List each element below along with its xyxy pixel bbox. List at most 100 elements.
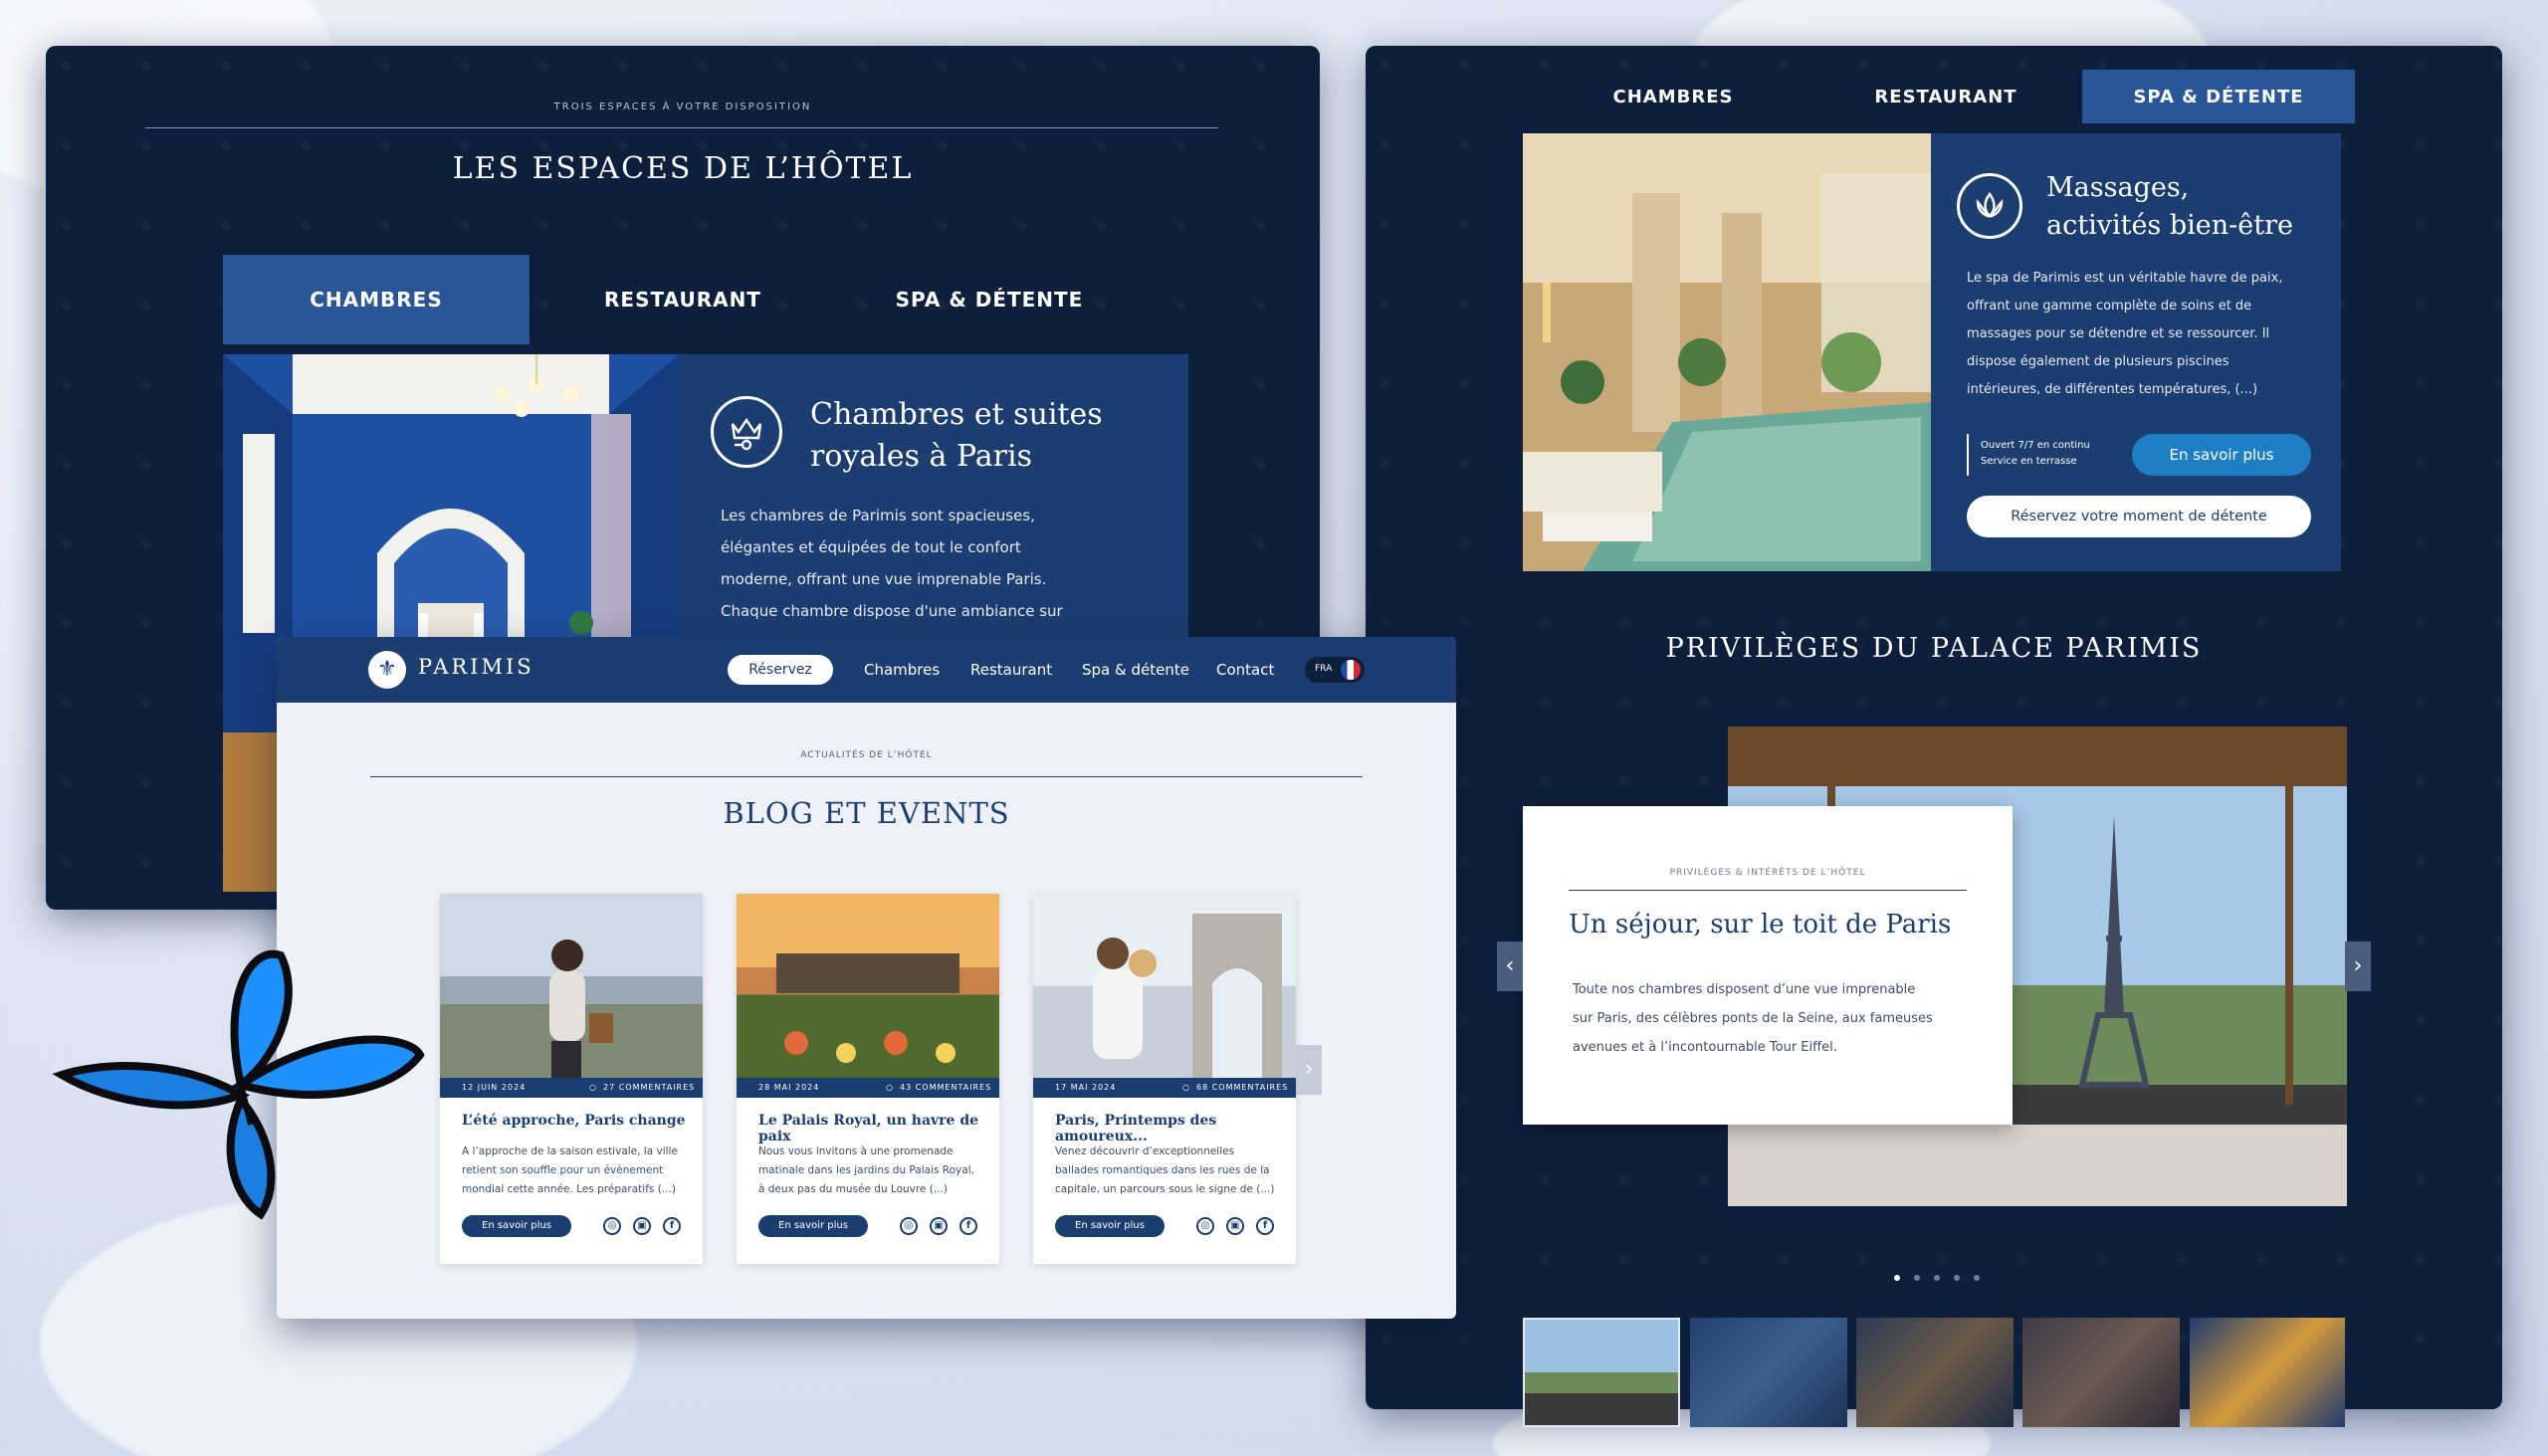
- spa-text-line: dispose également de plusieurs piscines: [1967, 354, 2230, 369]
- logo-text[interactable]: PARIMIS: [418, 655, 534, 679]
- gallery-thumb-suite[interactable]: [2022, 1318, 2180, 1427]
- tab-restaurant[interactable]: RESTAURANT: [1809, 70, 2082, 123]
- carousel-dot[interactable]: [1914, 1275, 1920, 1281]
- language-switch[interactable]: FRA: [1305, 657, 1365, 683]
- tab-spa[interactable]: SPA & DÉTENTE: [836, 255, 1143, 344]
- fleur-de-lis-icon[interactable]: ⚜: [368, 651, 406, 689]
- chevron-right-icon[interactable]: ›: [2345, 941, 2371, 991]
- facebook-icon[interactable]: f: [959, 1217, 977, 1235]
- chevron-left-icon[interactable]: ‹: [1497, 941, 1523, 991]
- tab-spa[interactable]: SPA & DÉTENTE: [2082, 70, 2355, 123]
- camera-icon[interactable]: ▣: [930, 1217, 948, 1235]
- slide-kicker: PRIVILÈGES & INTÉRÊTS DE L’HÔTEL: [1669, 868, 1866, 878]
- nav-link-restaurant[interactable]: Restaurant: [970, 661, 1052, 679]
- blog-card-title[interactable]: Paris, Printemps des amoureux...: [1055, 1113, 1296, 1144]
- instagram-icon[interactable]: ◎: [900, 1217, 918, 1235]
- blog-card-more-button[interactable]: En savoir plus: [462, 1215, 571, 1237]
- blog-excerpt-line: matinale dans les jardins du Palais Roya…: [758, 1164, 974, 1176]
- blog-card-image: [737, 894, 999, 1078]
- gallery-thumb-room[interactable]: [1690, 1318, 1847, 1427]
- rooms-card-text: Les chambres de Parimis sont spacieuses,…: [721, 500, 1159, 627]
- tab-restaurant[interactable]: RESTAURANT: [530, 255, 836, 344]
- tab-chambres[interactable]: CHAMBRES: [223, 255, 530, 344]
- blog-card-more-button[interactable]: En savoir plus: [1055, 1215, 1165, 1237]
- blog-card-date: 17 MAI 2024: [1055, 1083, 1117, 1092]
- facebook-icon[interactable]: f: [663, 1217, 681, 1235]
- gallery-thumb-eiffel[interactable]: [1523, 1318, 1680, 1427]
- blog-card-title[interactable]: L’été approche, Paris change: [462, 1113, 686, 1129]
- nav-link-contact[interactable]: Contact: [1216, 661, 1274, 679]
- spa-text-line: Le spa de Parimis est un véritable havre…: [1967, 271, 2283, 286]
- blog-excerpt-line: capitale, un parcours sous le signe de (…: [1055, 1183, 1275, 1195]
- blog-card-comments: 68 COMMENTAIRES: [1196, 1083, 1289, 1092]
- comment-icon: ○: [589, 1083, 597, 1092]
- blog-card[interactable]: 17 MAI 2024 ○ 68 COMMENTAIRES Paris, Pri…: [1033, 894, 1296, 1264]
- spa-more-button[interactable]: En savoir plus: [2132, 434, 2311, 476]
- spa-card-text: Le spa de Parimis est un véritable havre…: [1967, 265, 2325, 404]
- section-title: LES ESPACES DE L’HÔTEL: [452, 151, 914, 186]
- privileges-title: PRIVILÈGES DU PALACE PARIMIS: [1665, 633, 2203, 664]
- blog-card-more-button[interactable]: En savoir plus: [758, 1215, 868, 1237]
- spa-reserve-button[interactable]: Réservez votre moment de détente: [1967, 496, 2311, 537]
- camera-icon[interactable]: ▣: [633, 1217, 651, 1235]
- carousel-dot[interactable]: [1934, 1275, 1940, 1281]
- gallery-thumb-lounge[interactable]: [2190, 1318, 2345, 1427]
- rooms-text-line: Les chambres de Parimis sont spacieuses,: [721, 507, 1035, 524]
- rooms-card-title: Chambres et suites royales à Paris: [810, 394, 1103, 478]
- spa-card-title-line1: Massages,: [2046, 172, 2190, 203]
- blog-card-meta: 17 MAI 2024 ○ 68 COMMENTAIRES: [1033, 1078, 1296, 1098]
- nav-link-spa[interactable]: Spa & détente: [1082, 661, 1189, 679]
- spa-privileges-panel: CHAMBRES RESTAURANT SPA & DÉTENTE Massag…: [1366, 46, 2502, 1427]
- blog-card-meta: 28 MAI 2024 ○ 43 COMMENTAIRES: [737, 1078, 999, 1098]
- slide-divider: [1569, 890, 1967, 891]
- facebook-icon[interactable]: f: [1256, 1217, 1274, 1235]
- blog-excerpt-line: retient son souffle pour un évènement: [462, 1164, 664, 1176]
- blog-excerpt-line: A l’approche de la saison estivale, la v…: [462, 1145, 678, 1157]
- slide-title: Un séjour, sur le toit de Paris: [1569, 910, 1952, 939]
- butterfly-icon: [52, 936, 430, 1224]
- instagram-icon[interactable]: ◎: [1196, 1217, 1214, 1235]
- rooms-card-title-line2: royales à Paris: [810, 439, 1032, 474]
- reserve-button[interactable]: Réservez: [728, 655, 833, 685]
- spa-text-line: massages pour se détendre et se ressourc…: [1967, 326, 2270, 341]
- divider: [145, 127, 1218, 128]
- blog-card-excerpt: Venez découvrir d’exceptionnelles ballad…: [1055, 1143, 1282, 1199]
- blog-card-date: 12 JUIN 2024: [462, 1083, 527, 1092]
- comment-icon: ○: [886, 1083, 894, 1092]
- blog-card[interactable]: 28 MAI 2024 ○ 43 COMMENTAIRES Le Palais …: [737, 894, 999, 1264]
- blog-kicker: ACTUALITÉS DE L’HÔTEL: [800, 750, 933, 760]
- blog-card-image: [1033, 894, 1296, 1078]
- spa-text-line: intérieures, de différentes températures…: [1967, 382, 2258, 397]
- carousel-dot[interactable]: [1894, 1275, 1900, 1281]
- chevron-right-icon[interactable]: ›: [1296, 1045, 1322, 1095]
- blog-card-excerpt: Nous vous invitons à une promenade matin…: [758, 1143, 985, 1199]
- blog-title: BLOG ET EVENTS: [723, 796, 1010, 830]
- blog-divider: [370, 776, 1363, 777]
- blog-card-comments: 27 COMMENTAIRES: [603, 1083, 696, 1092]
- rooms-info-card: Chambres et suites royales à Paris Les c…: [679, 354, 1188, 683]
- top-navbar: ⚜ PARIMIS Réservez Chambres Restaurant S…: [277, 637, 1456, 703]
- blog-card[interactable]: 12 JUIN 2024 ○ 27 COMMENTAIRES L’été app…: [440, 894, 703, 1264]
- tab-chambres[interactable]: CHAMBRES: [1537, 70, 1809, 123]
- instagram-icon[interactable]: ◎: [603, 1217, 621, 1235]
- carousel-dot[interactable]: [1954, 1275, 1960, 1281]
- spa-image: [1523, 133, 1931, 571]
- spa-text-line: offrant une gamme complète de soins et d…: [1967, 299, 2252, 313]
- spa-tabbar: CHAMBRES RESTAURANT SPA & DÉTENTE: [1537, 70, 2355, 123]
- rooms-text-line: élégantes et équipées de tout le confort: [721, 538, 1021, 556]
- spa-info-card: Massages, activités bien-être Le spa de …: [1931, 133, 2341, 571]
- blog-card-title[interactable]: Le Palais Royal, un havre de paix: [758, 1113, 999, 1144]
- spa-card-title: Massages, activités bien-être: [2046, 169, 2293, 245]
- carousel-dot[interactable]: [1974, 1275, 1980, 1281]
- rooms-card-title-line1: Chambres et suites: [810, 397, 1103, 432]
- rooms-text-line: moderne, offrant une vue imprenable Pari…: [721, 570, 1047, 588]
- blog-excerpt-line: mondial cette année. Les préparatifs (..…: [462, 1183, 676, 1195]
- blog-card-meta: 12 JUIN 2024 ○ 27 COMMENTAIRES: [440, 1078, 703, 1098]
- gallery-thumb-restaurant[interactable]: [1856, 1318, 2014, 1427]
- spa-hours-line2: Service en terrasse: [1981, 456, 2077, 467]
- spa-card-title-line2: activités bien-être: [2046, 210, 2293, 241]
- nav-link-chambres[interactable]: Chambres: [864, 661, 940, 679]
- camera-icon[interactable]: ▣: [1226, 1217, 1244, 1235]
- blog-card-comments: 43 COMMENTAIRES: [900, 1083, 992, 1092]
- spa-hours: Ouvert 7/7 en continu Service en terrass…: [1981, 438, 2090, 470]
